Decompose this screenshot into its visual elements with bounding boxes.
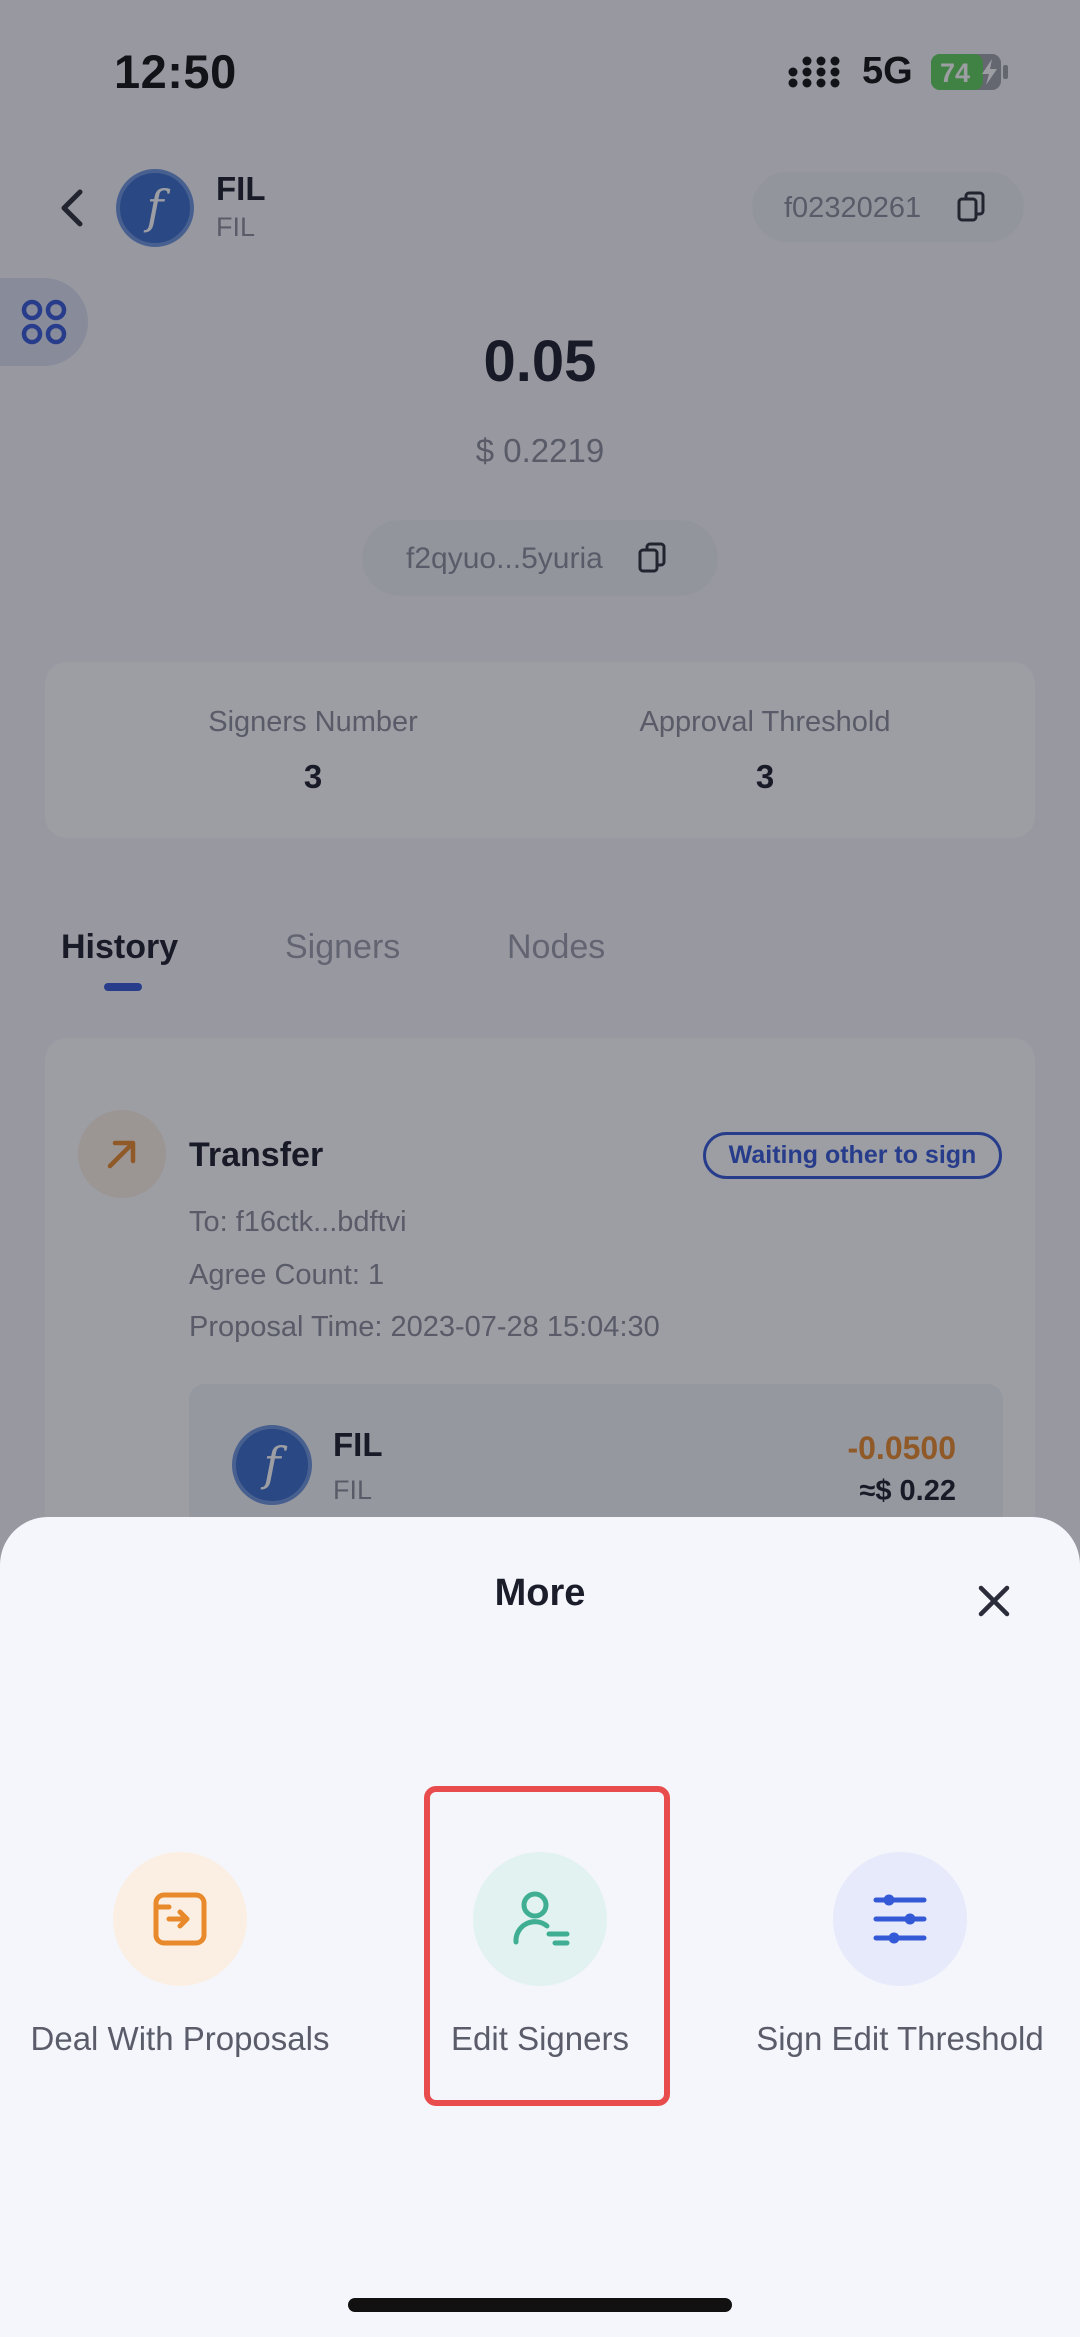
deal-with-proposals-label[interactable]: Deal With Proposals [0,2020,360,2058]
highlight-box [424,1786,670,2106]
proposal-icon [153,1892,207,1946]
home-indicator[interactable] [348,2298,732,2312]
sheet-title: More [494,1572,586,1614]
sign-edit-threshold-button[interactable] [833,1852,967,1986]
sign-edit-threshold-label[interactable]: Sign Edit Threshold [720,2020,1080,2058]
deal-with-proposals-button[interactable] [113,1852,247,1986]
close-icon[interactable] [975,1582,1013,1620]
sliders-icon [873,1894,927,1944]
